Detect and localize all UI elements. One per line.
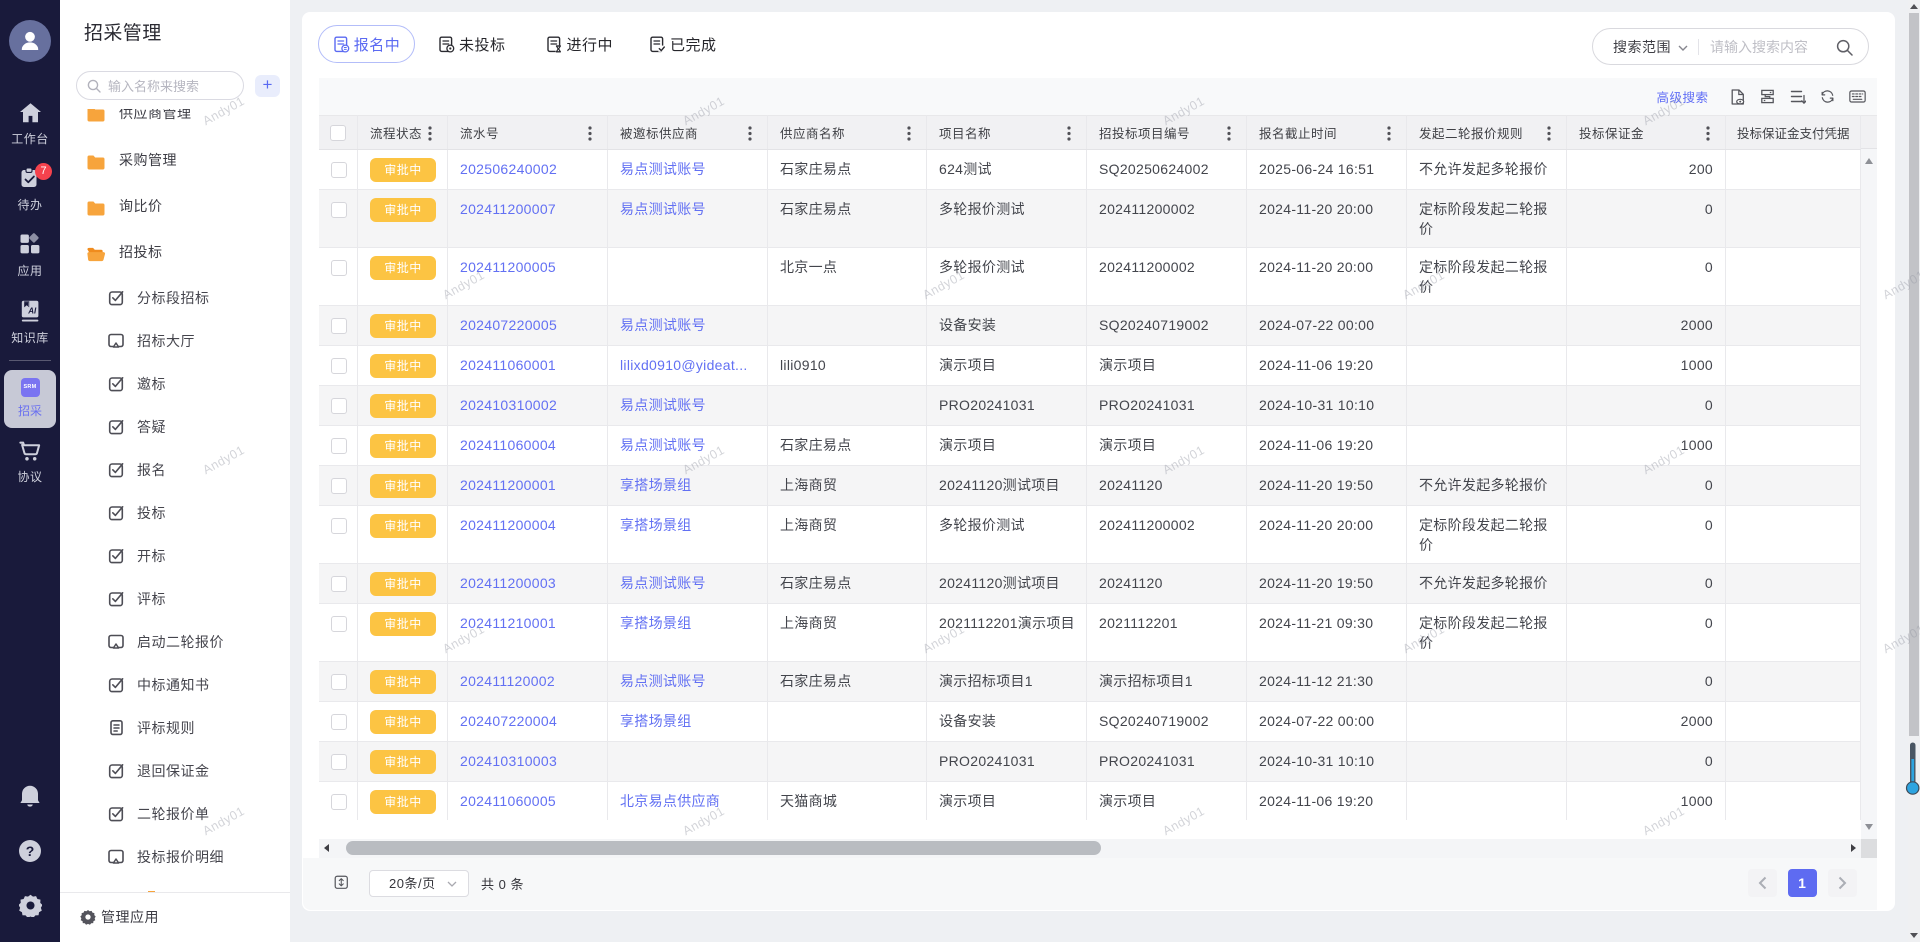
svg-text:AI: AI bbox=[27, 306, 37, 315]
svg-text:?: ? bbox=[26, 843, 35, 859]
